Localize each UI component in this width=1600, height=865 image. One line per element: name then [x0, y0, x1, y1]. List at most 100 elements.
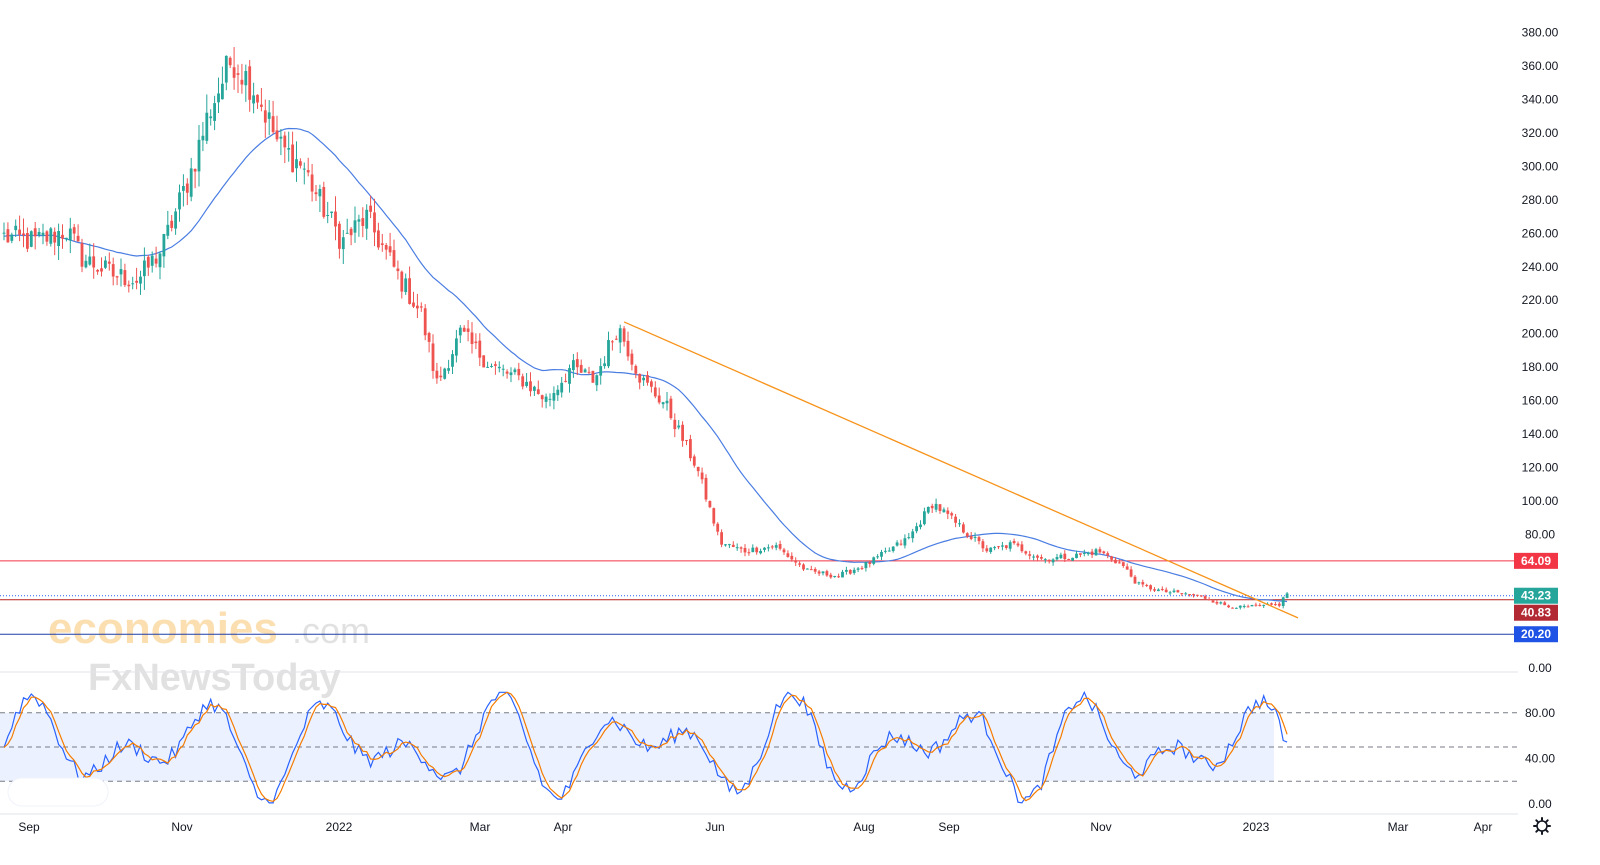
- candle-body: [946, 510, 950, 514]
- candle-body: [1215, 602, 1219, 604]
- candle-body: [665, 400, 669, 404]
- stochastic-pane[interactable]: [0, 690, 1518, 804]
- candle-body: [973, 536, 977, 538]
- price-axis[interactable]: 380.00 360.00 340.00 320.00 300.00 280.00 260.…: [1522, 26, 1559, 675]
- candle-body: [755, 547, 759, 553]
- candle-body: [431, 343, 435, 371]
- candle-body: [494, 364, 497, 366]
- candle-body: [53, 231, 57, 243]
- candle-body: [412, 302, 415, 307]
- candle-body: [1227, 605, 1230, 608]
- candle-body: [458, 327, 462, 336]
- candle-body: [759, 550, 762, 554]
- candle-body: [1285, 593, 1289, 598]
- gear-icon[interactable]: [1533, 817, 1551, 835]
- candle-body: [1024, 551, 1028, 554]
- watermark-brand-main: economies: [48, 604, 278, 653]
- candle-body: [544, 396, 548, 402]
- candle-body: [341, 237, 345, 250]
- candle-body: [310, 174, 314, 192]
- candle-body: [314, 192, 318, 195]
- candle-body: [486, 366, 489, 368]
- candle-body: [111, 264, 115, 277]
- price-tick-label: 120.00: [1522, 460, 1559, 474]
- candle-body: [37, 231, 41, 236]
- candle-body: [1246, 606, 1250, 608]
- candle-body: [115, 276, 119, 278]
- candle-body: [560, 382, 564, 393]
- candle-body: [1277, 603, 1281, 606]
- candle-body: [14, 225, 18, 231]
- candle-body: [1063, 553, 1067, 560]
- candle-body: [6, 229, 10, 243]
- candle-body: [985, 548, 989, 552]
- candle-body: [1008, 542, 1012, 549]
- candle-body: [236, 73, 240, 75]
- price-badge-label: 64.09: [1521, 554, 1551, 568]
- candle-body: [728, 544, 731, 546]
- candle-body: [61, 234, 64, 239]
- price-badges: 64.09 43.23 40.83 20.20: [1514, 552, 1558, 643]
- price-tick-label: 380.00: [1522, 26, 1559, 40]
- candle-body: [743, 548, 747, 553]
- candle-body: [10, 234, 14, 241]
- price-badge-label: 20.20: [1521, 627, 1551, 641]
- candle-body: [911, 531, 915, 539]
- chart-svg[interactable]: economies .com FxNewsToday 380.00360.003…: [0, 0, 1600, 860]
- candle-body: [802, 564, 805, 570]
- candle-body: [997, 546, 1000, 548]
- price-pane[interactable]: [0, 47, 1518, 635]
- candle-body: [182, 186, 185, 191]
- candle-body: [338, 223, 341, 249]
- candle-body: [357, 219, 361, 222]
- candle-body: [1270, 603, 1273, 605]
- candle-body: [575, 359, 579, 368]
- pane-legend-pill[interactable]: [7, 777, 109, 807]
- resistance-trendline[interactable]: [623, 321, 1299, 619]
- trendline[interactable]: [623, 321, 1299, 619]
- candle-body: [607, 340, 610, 367]
- watermark-brand-sub: FxNewsToday: [88, 657, 341, 699]
- candle-body: [1047, 559, 1051, 562]
- time-tick-label: Nov: [171, 820, 192, 834]
- candle-body: [794, 560, 798, 563]
- candle-body: [275, 130, 279, 140]
- candle-body: [958, 523, 961, 525]
- candle-body: [1254, 604, 1258, 606]
- candle-body: [852, 569, 856, 574]
- candle-body: [260, 104, 263, 107]
- price-tick-label: 80.00: [1525, 527, 1555, 541]
- candles: [2, 47, 1289, 610]
- stochastic-tick-label: 0.00: [1528, 797, 1552, 811]
- candle-body: [579, 364, 583, 373]
- candle-body: [864, 561, 868, 569]
- candle-body: [154, 258, 158, 264]
- candle-body: [1051, 559, 1055, 563]
- candle-body: [1219, 602, 1223, 604]
- price-tick-label: 100.00: [1522, 494, 1559, 508]
- candle-body: [1020, 544, 1024, 552]
- candle-body: [856, 568, 860, 570]
- time-tick-label: Nov: [1090, 820, 1111, 834]
- candle-body: [1258, 604, 1262, 606]
- stochastic-axis[interactable]: 80.00 40.00 0.00: [1525, 706, 1555, 811]
- candle-body: [334, 211, 337, 227]
- chart-stage[interactable]: economies .com FxNewsToday 380.00 360.00 3…: [0, 0, 1600, 860]
- candle-body: [146, 256, 150, 268]
- candle-body: [685, 440, 688, 442]
- candle-body: [583, 369, 587, 373]
- candle-body: [283, 135, 287, 148]
- candle-body: [763, 547, 766, 550]
- candle-body: [365, 209, 369, 229]
- time-axis[interactable]: Sep Nov 2022 Mar Apr Jun Aug Sep Nov 2023 Mar Apr: [18, 820, 1492, 834]
- candle-body: [884, 550, 887, 552]
- candle-body: [1145, 584, 1149, 586]
- time-tick-label: Mar: [470, 820, 491, 834]
- candle-body: [587, 371, 591, 373]
- candle-body: [638, 373, 642, 383]
- candle-body: [263, 110, 267, 123]
- candle-body: [568, 368, 571, 384]
- candle-body: [657, 395, 661, 403]
- candle-body: [92, 256, 96, 268]
- candle-body: [845, 569, 848, 572]
